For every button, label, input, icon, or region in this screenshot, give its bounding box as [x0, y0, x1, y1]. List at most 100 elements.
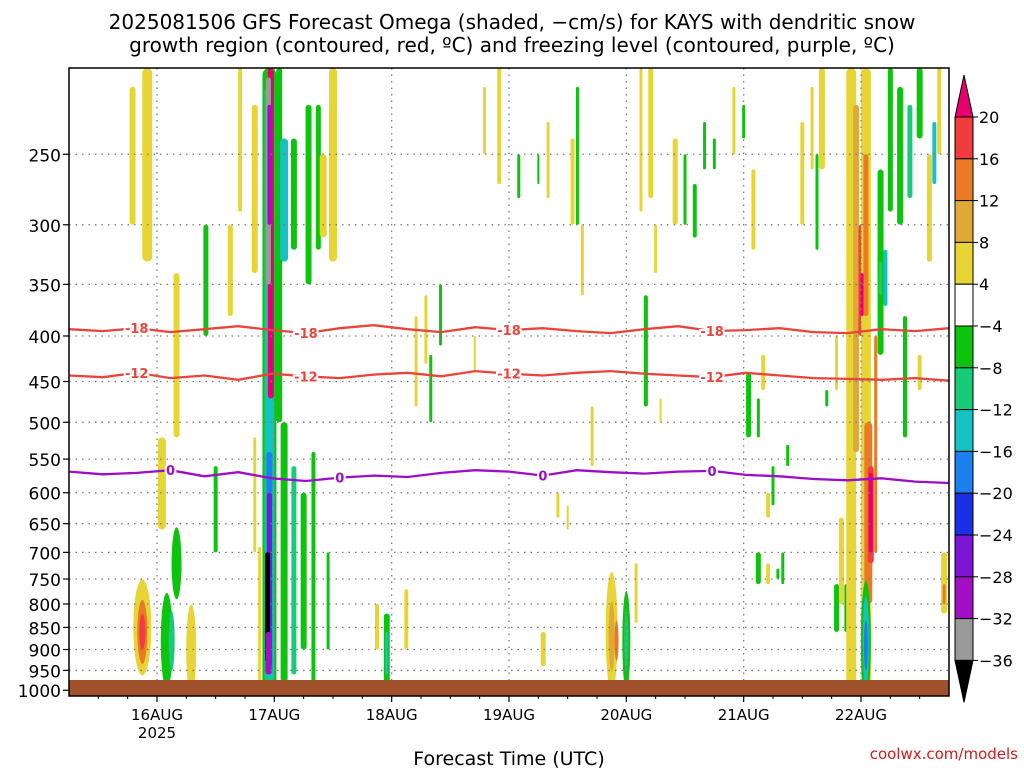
- omega-region: [683, 154, 687, 225]
- contour-label: -18: [700, 325, 724, 340]
- omega-region: [517, 154, 521, 199]
- omega-region: [648, 68, 654, 199]
- omega-region: [766, 563, 771, 585]
- contour-label: -12: [294, 370, 318, 385]
- omega-region: [800, 122, 805, 225]
- time-axis: 16AUG2025 17AUG 18AUG 19AUG 20AUG 21AUG 22AUG: [97, 696, 921, 742]
- colorbar-swatch: [954, 200, 974, 243]
- credit-link[interactable]: coolwx.com/models: [870, 745, 1018, 763]
- omega-region: [926, 154, 932, 262]
- contour-label: 0: [166, 464, 175, 479]
- omega-region: [473, 335, 476, 373]
- omega-region: [305, 104, 312, 285]
- omega-region: [129, 86, 136, 225]
- omega-region: [761, 354, 766, 391]
- pressure-tick-label: 800: [29, 596, 61, 616]
- contour-label: -18: [294, 327, 318, 342]
- colorbar-swatch: [954, 450, 974, 494]
- time-tick-sublabel: 2025: [138, 724, 176, 742]
- pressure-tick-label: 400: [29, 328, 61, 348]
- omega-region: [227, 224, 233, 317]
- contour-label: -18: [125, 322, 149, 337]
- colorbar-label: −24: [979, 526, 1013, 545]
- omega-region: [634, 563, 638, 623]
- contour-label: -12: [700, 371, 724, 386]
- omega-region: [483, 86, 487, 155]
- colorbar-swatch: [954, 241, 974, 285]
- x-axis-title: Forecast Time (UTC): [413, 748, 604, 768]
- pressure-tick-label: 850: [29, 619, 61, 639]
- colorbar-swatch: [954, 116, 974, 160]
- omega-region: [253, 437, 257, 553]
- time-tick-label: 19AUG: [483, 706, 535, 724]
- omega-region: [404, 589, 409, 650]
- colorbar-label: −4: [979, 317, 1003, 336]
- colorbar-swatch: [954, 492, 974, 536]
- omega-region: [280, 138, 289, 262]
- colorbar-label: 20: [979, 108, 999, 127]
- omega-region: [238, 68, 243, 212]
- colorbar-label: 4: [979, 275, 989, 294]
- omega-region: [643, 295, 648, 407]
- omega-region: [537, 154, 540, 185]
- omega-region: [142, 68, 153, 262]
- omega-region: [546, 122, 550, 199]
- colorbar-label: 16: [979, 150, 999, 169]
- chart-title-line-1: 2025081506 GFS Forecast Omega (shaded, −…: [109, 10, 916, 34]
- colorbar-label: −12: [979, 401, 1013, 420]
- omega-region: [907, 104, 913, 199]
- temperature-contours: -18 -18 -18 -18 -12 -12 -12 -12 0 0 0 0: [69, 320, 949, 489]
- omega-region: [311, 452, 316, 687]
- omega-region: [672, 138, 678, 225]
- pressure-tick-label: 500: [29, 414, 61, 434]
- omega-region: [879, 261, 883, 296]
- colorbar-label: −8: [979, 359, 1003, 378]
- omega-region: [838, 517, 844, 604]
- omega-region: [300, 492, 307, 650]
- omega-region: [385, 631, 389, 675]
- colorbar-label: −16: [979, 442, 1013, 461]
- omega-colorbar: 20 16 12 8 4 −4 −8 −12 −16 −20 −24 −28 −32 −36: [954, 74, 1013, 703]
- time-tick-label: 16AUG: [131, 706, 183, 724]
- pressure-tick-label: 900: [29, 642, 61, 662]
- pressure-tick-label: 650: [29, 516, 61, 536]
- omega-region: [815, 154, 819, 250]
- omega-region: [570, 138, 575, 225]
- omega-region: [659, 398, 662, 423]
- colorbar-swatch: [954, 618, 974, 661]
- colorbar-label: 8: [979, 233, 989, 252]
- pressure-axis: 250 300 350 400 450 500 550 600 650 700 750 800 850 9…: [18, 146, 69, 702]
- omega-shading: [129, 68, 948, 696]
- pressure-tick-label: 950: [29, 662, 61, 682]
- omega-region: [732, 86, 736, 155]
- colorbar-swatch: [954, 325, 974, 369]
- omega-region: [937, 68, 942, 155]
- omega-region: [265, 631, 272, 675]
- contour-label: -18: [497, 324, 521, 339]
- colorbar-swatch: [954, 74, 974, 118]
- omega-region: [575, 86, 579, 225]
- omega-region: [874, 335, 878, 553]
- omega-region: [766, 492, 771, 518]
- pressure-tick-label: 450: [29, 374, 61, 394]
- contour-line: [69, 469, 949, 485]
- plot-area: -18 -18 -18 -18 -12 -12 -12 -12 0 0 0 0: [68, 67, 950, 697]
- contour-label: 0: [335, 472, 344, 487]
- colorbar-swatch: [954, 659, 974, 703]
- omega-region: [556, 492, 560, 518]
- time-tick-label: 18AUG: [366, 706, 418, 724]
- chart-title-line-2: growth region (contoured, red, ºC) and f…: [129, 33, 895, 57]
- omega-region: [692, 184, 697, 238]
- omega-region: [251, 104, 258, 274]
- omega-region: [883, 249, 888, 306]
- omega-region: [139, 613, 146, 650]
- omega-region: [863, 154, 869, 317]
- omega-region: [781, 552, 785, 585]
- colorbar-label: −36: [979, 651, 1013, 670]
- omega-time-height-chart: 2025081506 GFS Forecast Omega (shaded, −…: [18, 10, 1018, 768]
- omega-region: [203, 224, 209, 336]
- omega-region: [168, 610, 175, 671]
- omega-region: [916, 68, 923, 139]
- omega-region: [868, 472, 873, 553]
- colorbar-swatch: [954, 576, 974, 620]
